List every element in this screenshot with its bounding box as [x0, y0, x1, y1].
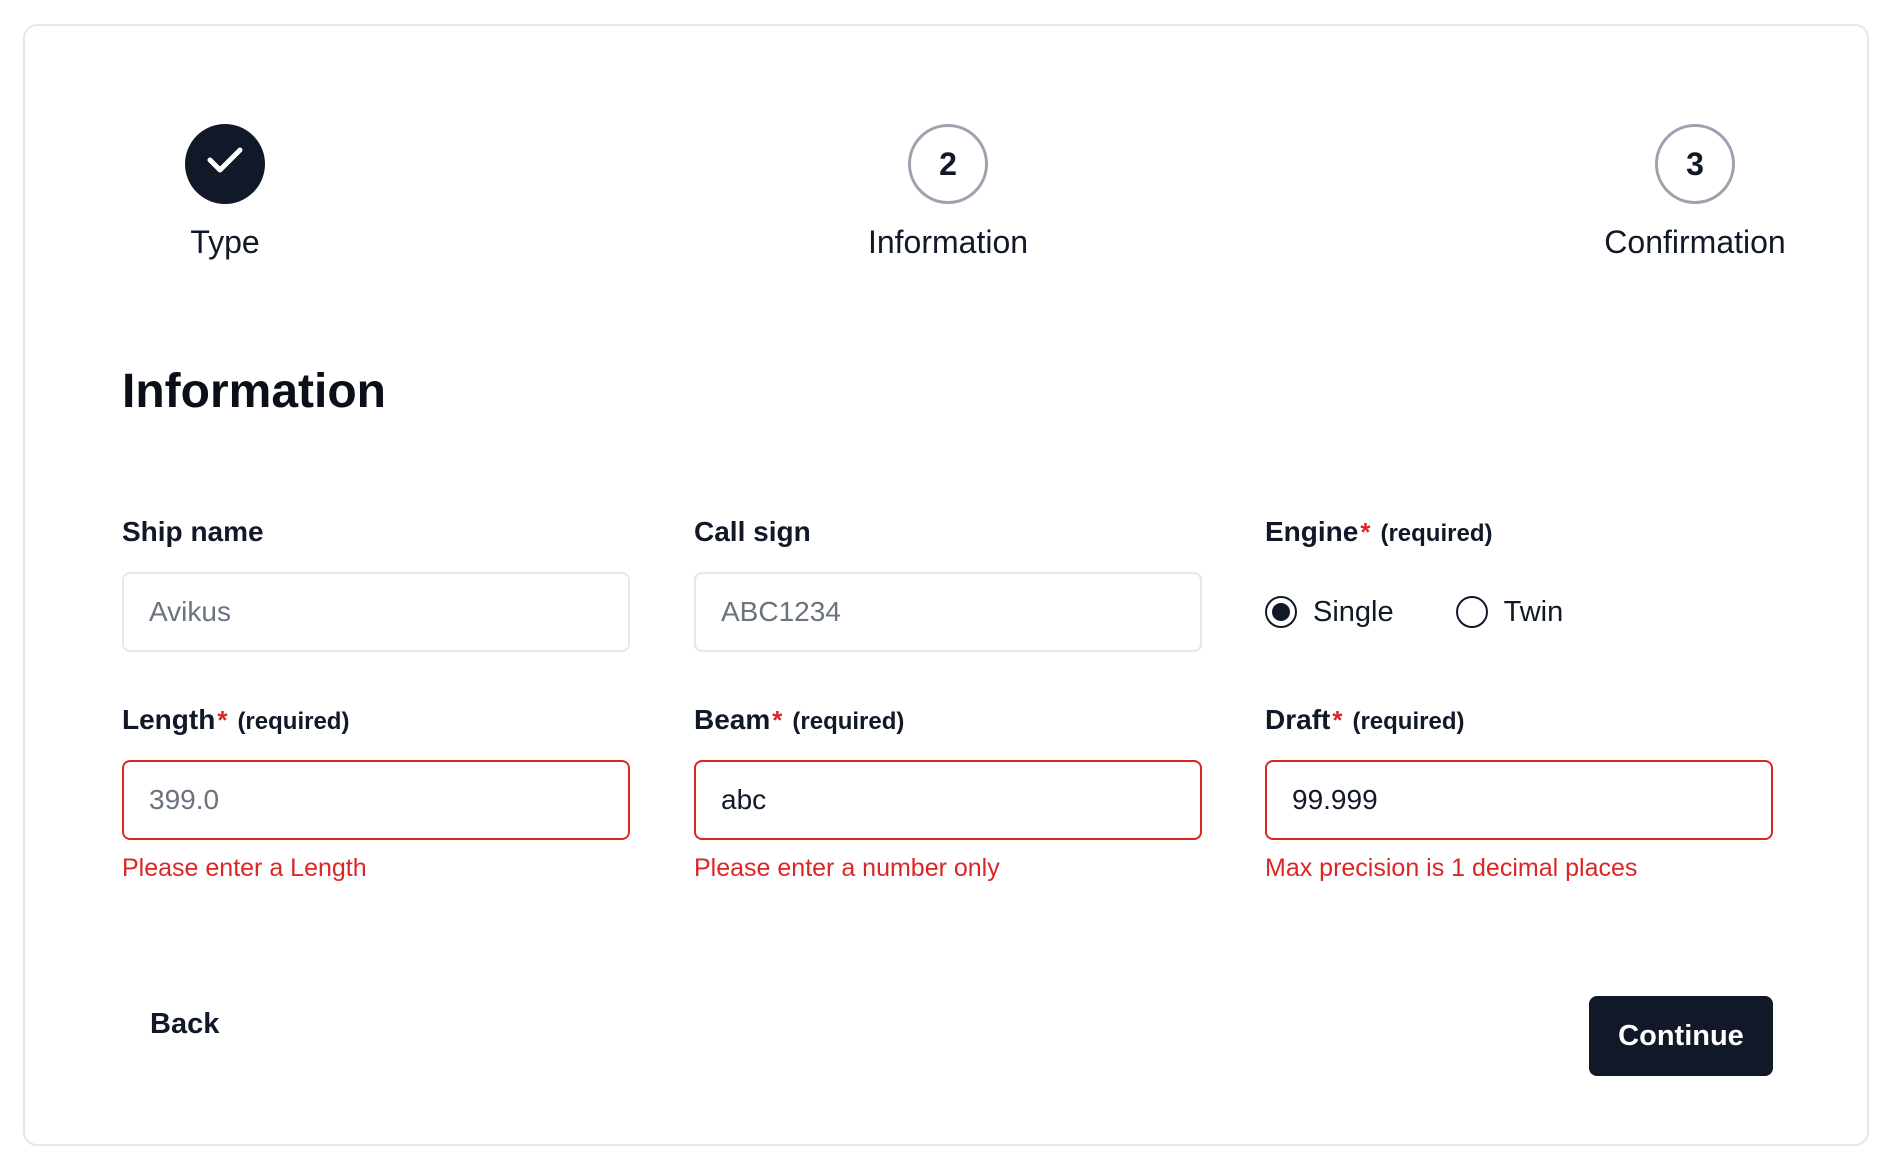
- required-note: (required): [792, 708, 905, 735]
- length-error-message: Please enter a Length: [122, 854, 367, 882]
- call-sign-input[interactable]: ABC1234: [694, 572, 1202, 652]
- engine-radio-group: Single Twin: [1265, 572, 1773, 652]
- beam-label-text: Beam: [694, 704, 771, 735]
- length-label-text: Length: [122, 704, 216, 735]
- page-title: Information: [122, 365, 386, 418]
- step-type[interactable]: Type: [75, 124, 375, 261]
- beam-input[interactable]: abc: [694, 760, 1202, 840]
- engine-label: Engine * (required): [1265, 516, 1773, 552]
- draft-error-message: Max precision is 1 decimal places: [1265, 854, 1638, 882]
- radio-unselected-icon[interactable]: [1455, 596, 1488, 628]
- call-sign-field: Call sign ABC1234: [694, 516, 1202, 652]
- call-sign-label: Call sign: [694, 516, 1202, 552]
- step-type-circle: [185, 124, 265, 204]
- step-confirmation-number: 3: [1655, 124, 1735, 204]
- radio-selected-icon[interactable]: [1265, 596, 1297, 628]
- length-input[interactable]: 399.0: [122, 760, 630, 840]
- engine-option-twin-label: Twin: [1503, 595, 1564, 628]
- length-label: Length * (required): [122, 704, 630, 740]
- beam-field: Beam * (required) abc Please enter a num…: [694, 704, 1202, 883]
- required-note: (required): [1380, 520, 1493, 547]
- step-information[interactable]: 2 Information: [798, 124, 1098, 261]
- engine-option-twin[interactable]: Twin: [1455, 595, 1564, 629]
- call-sign-label-text: Call sign: [694, 516, 811, 547]
- draft-label-text: Draft: [1265, 704, 1331, 735]
- draft-field: Draft * (required) 99.999 Max precision …: [1265, 704, 1773, 883]
- required-asterisk: *: [217, 705, 228, 735]
- required-note: (required): [1352, 708, 1465, 735]
- required-note: (required): [237, 708, 350, 735]
- stepper: Type 2 Information 3 Confirmation: [25, 124, 1871, 284]
- length-field: Length * (required) 399.0 Please enter a…: [122, 704, 630, 883]
- step-type-label: Type: [190, 224, 260, 260]
- step-confirmation[interactable]: 3 Confirmation: [1545, 124, 1845, 261]
- engine-option-single[interactable]: Single: [1265, 596, 1394, 629]
- continue-button[interactable]: Continue: [1589, 996, 1773, 1076]
- draft-input[interactable]: 99.999: [1265, 760, 1773, 840]
- check-icon: [206, 145, 244, 183]
- ship-name-label: Ship name: [122, 516, 630, 552]
- beam-error-message: Please enter a number only: [694, 854, 1000, 882]
- draft-label: Draft * (required): [1265, 704, 1773, 740]
- required-asterisk: *: [1360, 517, 1371, 547]
- engine-field: Engine * (required) Single Twin: [1265, 516, 1773, 652]
- step-information-label: Information: [867, 224, 1029, 260]
- ship-name-label-text: Ship name: [122, 516, 264, 547]
- step-confirmation-label: Confirmation: [1604, 224, 1786, 260]
- step-information-number: 2: [908, 124, 988, 204]
- ship-name-input[interactable]: Avikus: [122, 572, 630, 652]
- ship-name-field: Ship name Avikus: [122, 516, 630, 652]
- required-asterisk: *: [1332, 705, 1343, 735]
- form-card: Type 2 Information 3 Confirmation Inform…: [23, 24, 1869, 1146]
- required-asterisk: *: [772, 705, 783, 735]
- back-button[interactable]: Back: [150, 986, 219, 1062]
- engine-label-text: Engine: [1265, 516, 1359, 547]
- beam-label: Beam * (required): [694, 704, 1202, 740]
- engine-option-single-label: Single: [1313, 595, 1394, 628]
